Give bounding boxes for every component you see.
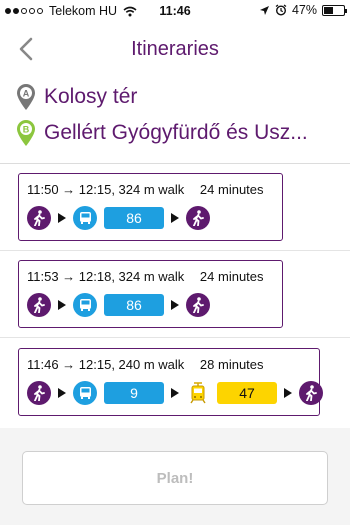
destination-name: Gellért Gyógyfürdő és Usz... [44,121,308,144]
walk-icon [299,381,323,405]
itinerary-legs: 9 47 [27,380,323,406]
walk-icon [27,293,51,317]
status-bar: Telekom HU 11:46 47% [0,0,350,22]
arrow-right-icon [58,388,66,398]
plan-button[interactable]: Plan! [22,451,328,505]
route-badge: 47 [217,382,277,404]
marker-b-label: B [23,125,30,135]
route-badge: 9 [104,382,164,404]
marker-a-icon: A [17,84,35,110]
route-badge: 86 [104,294,164,316]
bus-icon [73,206,97,230]
separator [0,337,350,338]
itinerary-summary: 11:50 → 12:15, 324 m walk [27,182,185,197]
marker-b-icon: B [17,120,35,146]
itinerary-legs: 86 [27,205,210,231]
itinerary-card-1[interactable]: 11:50 → 12:15, 324 m walk 24 minutes 86 [18,173,283,241]
marker-a-label: A [23,89,30,99]
itinerary-header: 11:53 → 12:18, 324 m walk 24 minutes [27,269,264,284]
bus-icon [73,293,97,317]
arrow-right-icon [171,300,179,310]
itinerary-header: 11:46 → 12:15, 240 m walk 28 minutes [27,357,264,372]
itinerary-card-2[interactable]: 11:53 → 12:18, 324 m walk 24 minutes 86 [18,260,283,328]
route-badge: 86 [104,207,164,229]
alarm-icon [275,4,287,16]
origin-name: Kolosy tér [44,85,138,108]
walk-icon [186,206,210,230]
itinerary-summary: 11:53 → 12:18, 324 m walk [27,269,185,284]
itinerary-duration: 24 minutes [199,269,264,284]
battery-percent: 47% [291,3,317,17]
itinerary-duration: 24 minutes [199,182,264,197]
walk-icon [27,381,51,405]
bus-icon [73,381,97,405]
battery-icon [322,4,347,16]
status-right: 47% [259,3,347,17]
arrow-right-icon [171,388,179,398]
tram-icon [186,381,210,405]
walk-icon [186,293,210,317]
page-title: Itineraries [131,38,219,60]
itinerary-duration: 28 minutes [199,357,264,372]
bottom-action-area: Plan! [0,428,350,525]
itinerary-card-3[interactable]: 11:46 → 12:15, 240 m walk 28 minutes 9 4… [18,348,323,416]
separator [0,250,350,251]
arrow-right-icon [284,388,292,398]
divider [0,163,350,164]
navigation-bar: Itineraries [0,24,350,74]
itinerary-summary: 11:46 → 12:15, 240 m walk [27,357,185,372]
walk-icon [27,206,51,230]
arrow-right-icon [58,213,66,223]
arrow-right-icon [58,300,66,310]
itinerary-legs: 86 [27,292,210,318]
destination-row[interactable]: B Gellért Gyógyfürdő és Usz... [16,118,308,148]
arrow-right-icon [171,213,179,223]
itinerary-header: 11:50 → 12:15, 324 m walk 24 minutes [27,182,264,197]
location-arrow-icon [259,5,269,15]
origin-row[interactable]: A Kolosy tér [16,82,137,112]
